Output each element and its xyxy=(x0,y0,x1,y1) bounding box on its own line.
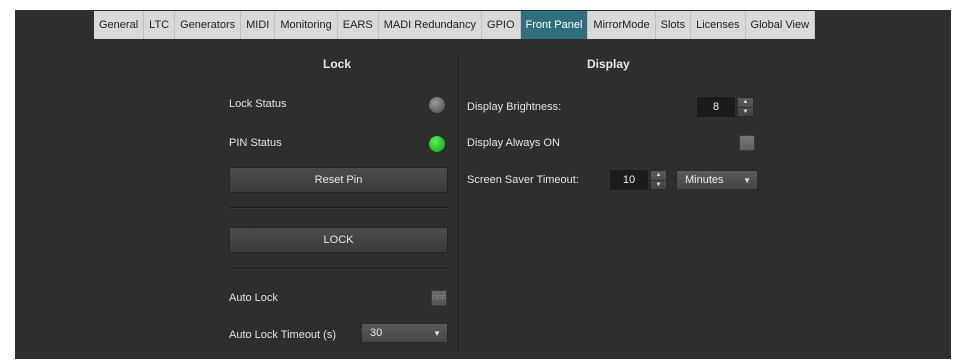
tab-bar: General LTC Generators MIDI Monitoring EARS MA… xyxy=(94,11,816,39)
auto-lock-toggle[interactable]: OFF xyxy=(431,290,447,306)
auto-lock-timeout-value: 30 xyxy=(370,327,383,339)
tab-front-panel[interactable]: Front Panel xyxy=(520,11,589,39)
screen-saver-timeout-stepper[interactable]: ▲ ▼ xyxy=(650,170,667,190)
lock-button[interactable]: LOCK xyxy=(229,227,448,253)
tab-monitoring[interactable]: Monitoring xyxy=(275,11,338,39)
screen-saver-timeout-input[interactable]: 10 xyxy=(610,170,648,190)
pin-status-label: PIN Status xyxy=(229,137,282,149)
lock-status-label: Lock Status xyxy=(229,98,287,110)
tab-madi-redundancy[interactable]: MADI Redundancy xyxy=(379,11,483,39)
tab-ears[interactable]: EARS xyxy=(338,11,379,39)
stepper-up-icon[interactable]: ▲ xyxy=(651,171,666,180)
stepper-up-icon[interactable]: ▲ xyxy=(738,98,753,107)
display-brightness-input[interactable]: 8 xyxy=(697,97,735,117)
tab-global-view[interactable]: Global View xyxy=(746,11,816,39)
lock-section-title: Lock xyxy=(323,57,352,71)
tab-licenses[interactable]: Licenses xyxy=(691,11,746,39)
display-brightness-label: Display Brightness: xyxy=(467,101,562,113)
tab-generators[interactable]: Generators xyxy=(175,11,242,39)
stepper-down-icon[interactable]: ▼ xyxy=(738,106,753,117)
display-brightness-stepper[interactable]: ▲ ▼ xyxy=(737,97,754,117)
lock-divider-top xyxy=(229,207,448,208)
pin-status-led xyxy=(429,136,445,152)
display-section-title: Display xyxy=(587,57,630,71)
section-divider xyxy=(458,55,459,355)
tab-ltc[interactable]: LTC xyxy=(144,11,176,39)
lock-divider-bottom xyxy=(229,268,448,269)
screen-saver-unit-select[interactable]: Minutes ▼ xyxy=(676,170,758,190)
auto-lock-timeout-label: Auto Lock Timeout (s) xyxy=(229,329,336,341)
auto-lock-timeout-select[interactable]: 30 ▼ xyxy=(361,323,448,343)
reset-pin-button[interactable]: Reset Pin xyxy=(229,167,448,193)
tab-slots[interactable]: Slots xyxy=(656,11,692,39)
chevron-down-icon: ▼ xyxy=(743,175,751,185)
chevron-down-icon: ▼ xyxy=(433,328,441,338)
display-always-on-label: Display Always ON xyxy=(467,137,560,149)
stepper-down-icon[interactable]: ▼ xyxy=(651,179,666,190)
screen-saver-timeout-label: Screen Saver Timeout: xyxy=(467,174,579,186)
tab-mirrormode[interactable]: MirrorMode xyxy=(588,11,656,39)
tab-gpio[interactable]: GPIO xyxy=(482,11,521,39)
tab-general[interactable]: General xyxy=(94,11,145,39)
display-always-on-toggle[interactable] xyxy=(739,135,755,151)
auto-lock-label: Auto Lock xyxy=(229,292,278,304)
tab-midi[interactable]: MIDI xyxy=(241,11,276,39)
screen-saver-unit-value: Minutes xyxy=(685,174,724,186)
lock-status-led xyxy=(429,97,445,113)
